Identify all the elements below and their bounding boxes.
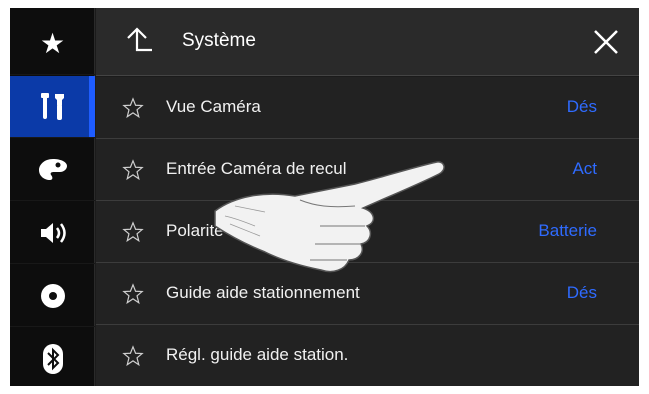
palette-icon — [38, 158, 67, 180]
pointing-hand-illustration — [214, 161, 445, 273]
sidebar-item-settings[interactable] — [10, 76, 95, 138]
tools-icon — [40, 92, 64, 120]
list-item-value: Dés — [566, 97, 597, 116]
star-outline-icon[interactable] — [122, 97, 144, 119]
list-item-label: Guide aide stationnement — [166, 283, 360, 302]
list-item-value: Batterie — [538, 221, 597, 240]
sidebar-item-source[interactable] — [10, 265, 95, 327]
star-outline-icon[interactable] — [122, 345, 144, 367]
close-icon[interactable] — [592, 28, 620, 56]
list-item[interactable]: Régl. guide aide station. — [96, 325, 639, 386]
list-item-value: Dés — [566, 283, 597, 302]
list-item-value: Act — [572, 159, 597, 178]
sidebar-item-bluetooth[interactable] — [10, 328, 95, 386]
star-outline-icon[interactable] — [122, 283, 144, 305]
disc-icon — [40, 283, 65, 308]
sidebar: ★ — [10, 8, 95, 386]
list-item[interactable]: Vue Caméra Dés — [96, 77, 639, 139]
star-outline-icon[interactable] — [122, 221, 144, 243]
device-screen: ★ Système Vue Caméra Dés Entrée Caméra d… — [10, 8, 639, 386]
sidebar-item-theme[interactable] — [10, 139, 95, 201]
bluetooth-icon — [42, 343, 63, 374]
list-item-label: Vue Caméra — [166, 97, 261, 116]
star-icon: ★ — [39, 28, 66, 59]
back-arrow-icon[interactable] — [124, 26, 154, 56]
list-item-label: Régl. guide aide station. — [166, 345, 349, 364]
sidebar-item-favorites[interactable]: ★ — [10, 13, 95, 75]
page-title: Système — [182, 30, 256, 51]
active-indicator — [89, 76, 95, 137]
speaker-icon — [40, 222, 66, 243]
sidebar-item-audio[interactable] — [10, 202, 95, 264]
header: Système — [96, 8, 639, 76]
star-outline-icon[interactable] — [122, 159, 144, 181]
